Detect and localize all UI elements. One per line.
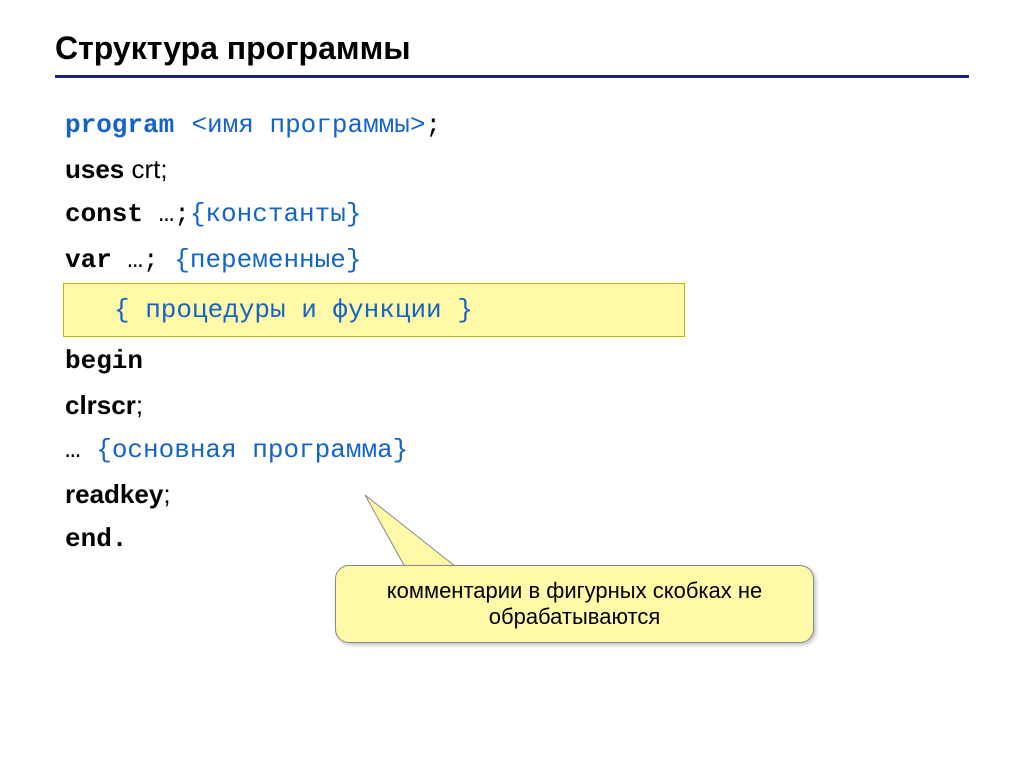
callout-box: комментарии в фигурных скобках не обраба… [335, 565, 814, 643]
var-comment: {переменные} [174, 245, 361, 275]
keyword-uses: uses [65, 154, 124, 184]
callout-pointer [350, 495, 500, 575]
semicolon: ; [163, 479, 170, 509]
main-body: … [65, 435, 96, 465]
clrscr: clrscr [65, 390, 136, 420]
placeholder-name: <имя программы> [191, 110, 425, 140]
keyword-const: const [65, 199, 143, 229]
callout-text: комментарии в фигурных скобках не обраба… [387, 578, 763, 629]
code-line-4: var …; {переменные} [65, 238, 969, 282]
keyword-begin: begin [65, 346, 143, 376]
uses-module: crt; [124, 154, 167, 184]
code-line-3: const …;{константы} [65, 192, 969, 236]
slide-title: Структура программы [55, 30, 969, 67]
const-comment: {константы} [190, 199, 362, 229]
semicolon: ; [136, 390, 143, 420]
code-line-7: clrscr; [65, 385, 969, 427]
highlight-box: { процедуры и функции } [63, 283, 685, 337]
semicolon: ; [426, 110, 442, 140]
main-comment: {основная программа} [96, 435, 408, 465]
var-body: …; [112, 245, 174, 275]
readkey: readkey [65, 479, 163, 509]
keyword-end: end. [65, 524, 127, 554]
code-line-5: { процедуры и функции } [65, 283, 969, 337]
const-body: …; [143, 199, 190, 229]
code-block: program <имя программы>; uses crt; const… [65, 103, 969, 561]
keyword-var: var [65, 245, 112, 275]
code-line-10: end. [65, 517, 969, 561]
code-line-1: program <имя программы>; [65, 103, 969, 147]
slide: Структура программы program <имя програм… [0, 0, 1024, 767]
code-line-6: begin [65, 339, 969, 383]
code-line-2: uses crt; [65, 149, 969, 191]
keyword-program: program [65, 110, 174, 140]
code-line-8: … {основная программа} [65, 428, 969, 472]
title-divider [55, 75, 969, 78]
procedures-comment: { процедуры и функции } [114, 295, 473, 325]
code-line-9: readkey; [65, 474, 969, 516]
